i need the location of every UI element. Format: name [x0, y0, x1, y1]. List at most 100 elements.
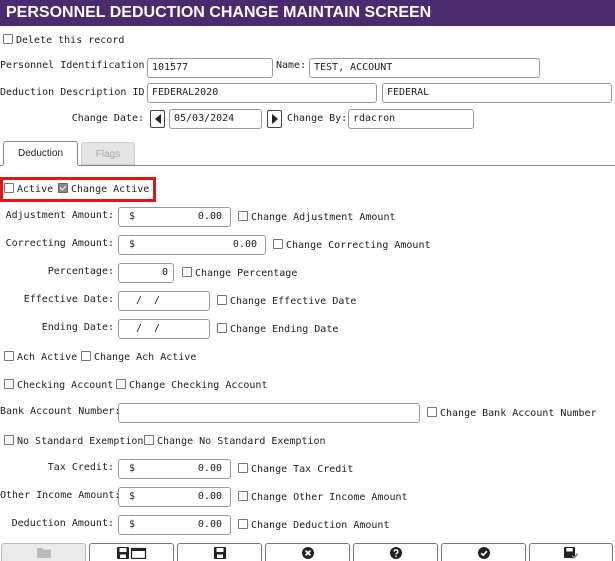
change-other-income-amount-row[interactable]: Change Other Income Amount [238, 491, 408, 505]
other-income-amount-field[interactable]: $0.00 [118, 487, 231, 507]
change-no-standard-exemption-checkbox[interactable] [144, 435, 154, 445]
change-by-field[interactable]: rdacron [348, 109, 474, 129]
name-field[interactable]: TEST, ACCOUNT [309, 58, 540, 78]
change-correcting-amount-checkbox[interactable] [273, 239, 283, 249]
ending-date-field[interactable]: / / [118, 319, 210, 339]
change-deduction-amount-checkbox[interactable] [238, 519, 248, 529]
change-bank-account-number-row[interactable]: Change Bank Account Number [427, 407, 597, 421]
percentage-field[interactable]: 0 [118, 263, 174, 283]
tax-credit-label: Tax Credit: [47, 462, 114, 473]
ach-active-row[interactable]: Ach Active [4, 351, 77, 365]
correcting-amount-field[interactable]: $0.00 [118, 235, 266, 255]
change-correcting-amount-label: Change Correcting Amount [286, 240, 431, 251]
no-standard-exemption-checkbox[interactable] [4, 435, 14, 445]
other-income-amount-value: 0.00 [197, 491, 222, 502]
change-tax-credit-checkbox[interactable] [238, 463, 248, 473]
correcting-amount-label: Correcting Amount: [5, 238, 114, 249]
deduction-amount-value: 0.00 [197, 519, 222, 530]
delete-record-row[interactable]: Delete this record [3, 34, 124, 48]
ending-date-value: / / [136, 323, 161, 334]
change-percentage-row[interactable]: Change Percentage [182, 267, 297, 281]
change-tax-credit-label: Change Tax Credit [251, 464, 354, 475]
change-checking-account-row[interactable]: Change Checking Account [116, 379, 267, 393]
other-income-amount-label: Other Income Amount: [0, 490, 121, 501]
cancel-icon [301, 546, 314, 559]
change-adjustment-amount-checkbox[interactable] [238, 211, 248, 221]
deduction-id-field[interactable]: FEDERAL2020 [147, 83, 377, 103]
personnel-id-field[interactable]: 101577 [147, 58, 273, 78]
change-bank-account-number-checkbox[interactable] [427, 407, 437, 417]
tab-flags[interactable]: Flags [81, 142, 135, 165]
change-no-standard-exemption-label: Change No Standard Exemption [157, 436, 326, 447]
cancel-button[interactable] [265, 543, 350, 561]
active-label: Active [17, 184, 54, 195]
change-active-row[interactable]: Change Active [58, 183, 149, 197]
page-title: PERSONNEL DEDUCTION CHANGE MAINTAIN SCRE… [0, 0, 615, 26]
arrow-right-icon [271, 114, 278, 124]
folder-button[interactable] [1, 543, 86, 561]
effective-date-field[interactable]: / / [118, 291, 210, 311]
change-tax-credit-row[interactable]: Change Tax Credit [238, 463, 353, 477]
change-effective-date-row[interactable]: Change Effective Date [217, 295, 356, 309]
change-other-income-amount-checkbox[interactable] [238, 491, 248, 501]
help-button[interactable] [353, 543, 438, 561]
name-label: Name: [276, 60, 307, 71]
checking-account-label: Checking Account [17, 380, 114, 391]
deduction-amount-label: Deduction Amount: [11, 518, 114, 529]
change-ach-active-checkbox[interactable] [81, 351, 91, 361]
change-ending-date-checkbox[interactable] [217, 323, 227, 333]
correcting-amount-value: 0.00 [232, 239, 257, 250]
change-no-standard-exemption-row[interactable]: Change No Standard Exemption [144, 435, 326, 449]
active-row[interactable]: Active [4, 183, 53, 197]
percentage-label: Percentage: [47, 266, 114, 277]
change-active-checkbox[interactable] [58, 183, 68, 193]
ok-icon [477, 546, 490, 559]
change-percentage-label: Change Percentage [195, 268, 298, 279]
deduction-amount-field[interactable]: $0.00 [118, 515, 231, 535]
deduction-description-field[interactable]: FEDERAL [382, 83, 612, 103]
ach-active-label: Ach Active [17, 352, 78, 363]
adjustment-amount-field[interactable]: $0.00 [118, 207, 231, 227]
tab-divider [0, 165, 615, 166]
help-icon [389, 546, 402, 559]
change-effective-date-checkbox[interactable] [217, 295, 227, 305]
change-percentage-checkbox[interactable] [182, 267, 192, 277]
ok-button[interactable] [441, 543, 526, 561]
bank-account-number-label: Bank Account Number: [0, 406, 121, 417]
change-correcting-amount-row[interactable]: Change Correcting Amount [273, 239, 431, 253]
no-standard-exemption-row[interactable]: No Standard Exemption [4, 435, 143, 449]
currency-symbol: $ [129, 211, 136, 222]
change-deduction-amount-row[interactable]: Change Deduction Amount [238, 519, 389, 533]
delete-record-checkbox[interactable] [3, 34, 13, 44]
personnel-id-label: Personnel Identification: [0, 60, 151, 71]
change-date-label: Change Date: [71, 113, 144, 124]
arrow-left-icon [154, 114, 161, 124]
change-adjustment-amount-label: Change Adjustment Amount [251, 212, 396, 223]
currency-symbol: $ [129, 463, 136, 474]
change-adjustment-amount-row[interactable]: Change Adjustment Amount [238, 211, 396, 225]
change-ach-active-row[interactable]: Change Ach Active [81, 351, 196, 365]
tab-deduction[interactable]: Deduction [3, 141, 78, 166]
checking-account-row[interactable]: Checking Account [4, 379, 113, 393]
change-deduction-amount-label: Change Deduction Amount [251, 520, 390, 531]
checking-account-checkbox[interactable] [4, 379, 14, 389]
active-checkbox[interactable] [4, 183, 14, 193]
effective-date-value: / / [136, 295, 161, 306]
ach-active-checkbox[interactable] [4, 351, 14, 361]
prev-date-button[interactable] [150, 110, 165, 128]
change-other-income-amount-label: Change Other Income Amount [251, 492, 408, 503]
change-effective-date-label: Change Effective Date [230, 296, 357, 307]
save-button[interactable] [177, 543, 262, 561]
change-date-field[interactable]: 05/03/2024 [169, 109, 262, 129]
bank-account-number-field[interactable] [118, 403, 420, 423]
tax-credit-field[interactable]: $0.00 [118, 459, 231, 479]
currency-symbol: $ [129, 239, 136, 250]
change-ending-date-row[interactable]: Change Ending Date [217, 323, 338, 337]
save-new-button[interactable] [89, 543, 174, 561]
next-date-button[interactable] [267, 110, 282, 128]
save-close-button[interactable] [529, 543, 613, 561]
adjustment-amount-label: Adjustment Amount: [5, 210, 114, 221]
deduction-desc-label: Deduction Description ID: [0, 87, 151, 98]
no-standard-exemption-label: No Standard Exemption [17, 436, 144, 447]
change-checking-account-checkbox[interactable] [116, 379, 126, 389]
